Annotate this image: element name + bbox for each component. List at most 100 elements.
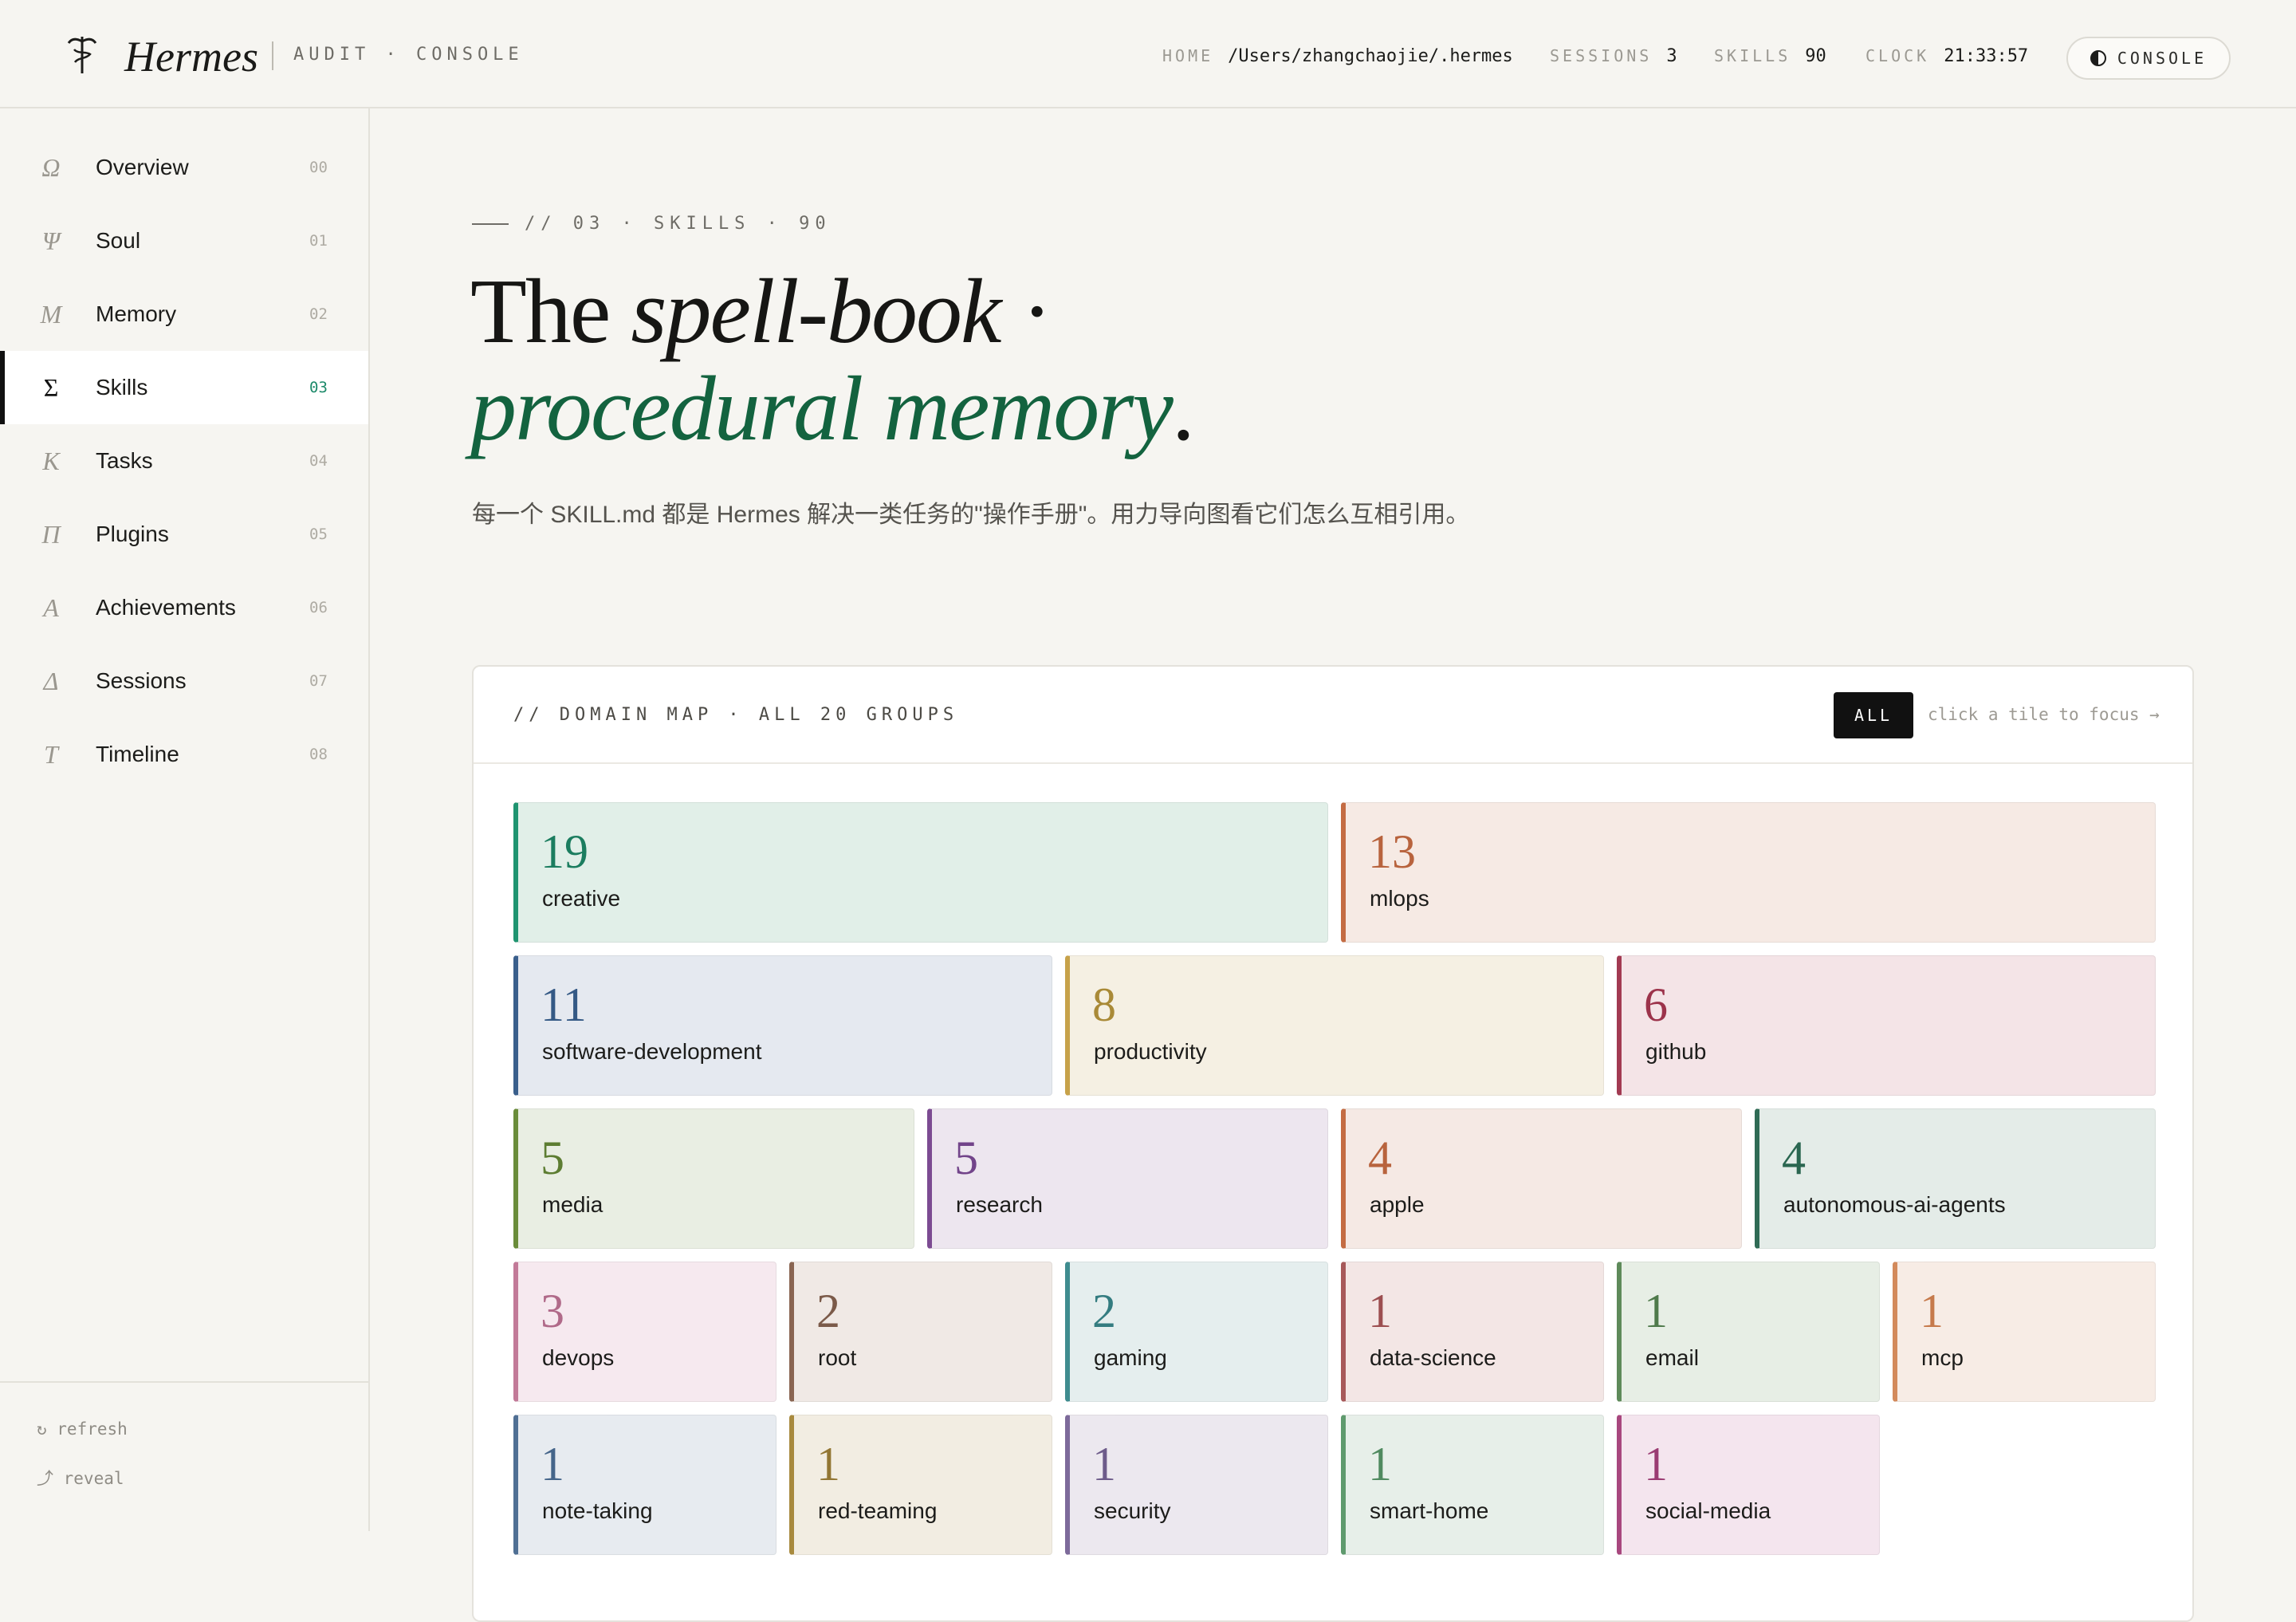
- sidebar-item-label: Plugins: [96, 522, 169, 546]
- domain-tile[interactable]: 1 note-taking: [513, 1415, 776, 1555]
- breadcrumb: // 03 · SKILLS · 90: [472, 214, 832, 234]
- sidebar-item-label: Soul: [96, 228, 141, 253]
- filter-all-button[interactable]: ALL: [1834, 692, 1913, 738]
- tile-label: software-development: [542, 1039, 762, 1064]
- title-italic: spell-book: [631, 261, 1001, 363]
- tile-count: 5: [954, 1132, 978, 1184]
- brand-subtitle: AUDIT · CONSOLE: [293, 45, 524, 65]
- sidebar-item-number: 02: [309, 305, 328, 323]
- sidebar-item-number: 01: [309, 232, 328, 250]
- tile-count: 1: [1920, 1285, 1944, 1337]
- tile-count: 4: [1782, 1132, 1806, 1184]
- sidebar-item-number: 00: [309, 159, 328, 176]
- stat-home-value: /Users/zhangchaojie/.hermes: [1228, 46, 1513, 66]
- tile-label: gaming: [1094, 1345, 1167, 1370]
- domain-tile[interactable]: 1 data-science: [1341, 1262, 1604, 1402]
- sidebar-item-achievements[interactable]: A Achievements 06: [0, 571, 368, 644]
- tile-label: security: [1094, 1498, 1171, 1523]
- sidebar-item-label: Sessions: [96, 668, 187, 693]
- stat-clock: CLOCK 21:33:57: [1866, 45, 2028, 68]
- console-button-label: CONSOLE: [2117, 49, 2208, 68]
- sidebar-item-number: 04: [309, 452, 328, 470]
- domain-tile[interactable]: 4 autonomous-ai-agents: [1755, 1108, 2156, 1249]
- reveal-link[interactable]: ⤴ reveal: [37, 1466, 124, 1490]
- sidebar-item-number: 08: [309, 746, 328, 763]
- title-dot: ·: [1000, 261, 1053, 363]
- tile-label: devops: [542, 1345, 615, 1370]
- caduceus-logo-icon: [67, 37, 97, 73]
- sidebar-item-plugins[interactable]: Π Plugins 05: [0, 498, 368, 571]
- domain-tile[interactable]: 1 mcp: [1893, 1262, 2156, 1402]
- sidebar-item-label: Skills: [96, 375, 148, 400]
- brand-divider: [272, 41, 273, 70]
- tile-count: 1: [1368, 1438, 1392, 1490]
- k-glyph-icon: K: [42, 446, 60, 475]
- stat-clock-value: 21:33:57: [1944, 46, 2029, 66]
- title-plain: The: [470, 261, 631, 363]
- page-title-line-2: procedural memory.: [470, 360, 1746, 458]
- refresh-link[interactable]: ↻ refresh: [37, 1419, 128, 1439]
- tile-count: 6: [1644, 978, 1668, 1031]
- sidebar-divider: [0, 1381, 368, 1383]
- sidebar-item-number: 06: [309, 599, 328, 616]
- panel-title: // DOMAIN MAP · ALL 20 GROUPS: [513, 705, 959, 725]
- sidebar-item-number: 07: [309, 672, 328, 690]
- console-button[interactable]: CONSOLE: [2066, 37, 2231, 80]
- domain-tile[interactable]: 1 red-teaming: [789, 1415, 1052, 1555]
- tile-label: social-media: [1645, 1498, 1771, 1523]
- tile-count: 11: [541, 978, 587, 1031]
- domain-tile[interactable]: 1 social-media: [1617, 1415, 1880, 1555]
- sidebar-item-label: Tasks: [96, 448, 153, 473]
- domain-tile[interactable]: 3 devops: [513, 1262, 776, 1402]
- sidebar-item-memory[interactable]: M Memory 02: [0, 278, 368, 351]
- m-glyph-icon: M: [40, 299, 62, 329]
- domain-tile[interactable]: 5 research: [927, 1108, 1328, 1249]
- sidebar-item-soul[interactable]: Ψ Soul 01: [0, 204, 368, 278]
- stat-sessions-key: SESSIONS: [1550, 46, 1653, 65]
- tile-label: red-teaming: [818, 1498, 938, 1523]
- theme-contrast-icon: [2090, 50, 2106, 66]
- tile-count: 4: [1368, 1132, 1392, 1184]
- sidebar-item-tasks[interactable]: K Tasks 04: [0, 424, 368, 498]
- sidebar-item-sessions[interactable]: Δ Sessions 07: [0, 644, 368, 718]
- sidebar-item-overview[interactable]: Ω Overview 00: [0, 131, 368, 204]
- tile-label: root: [818, 1345, 857, 1370]
- title-green: procedural memory: [470, 358, 1174, 460]
- tile-label: mlops: [1370, 886, 1429, 911]
- domain-tile[interactable]: 1 security: [1065, 1415, 1328, 1555]
- omega-icon: Ω: [41, 152, 61, 182]
- stat-sessions-value: 3: [1666, 46, 1677, 66]
- sidebar-item-skills[interactable]: Σ Skills 03: [0, 351, 368, 424]
- domain-tile[interactable]: 1 email: [1617, 1262, 1880, 1402]
- sidebar-item-label: Timeline: [96, 742, 179, 766]
- domain-tile[interactable]: 8 productivity: [1065, 955, 1604, 1096]
- tile-count: 1: [816, 1438, 840, 1490]
- tile-label: github: [1645, 1039, 1707, 1064]
- tile-count: 1: [1644, 1285, 1668, 1337]
- tile-label: media: [542, 1192, 603, 1217]
- stat-sessions: SESSIONS 3: [1550, 45, 1677, 68]
- sidebar-item-label: Achievements: [96, 595, 236, 620]
- sidebar: Ω Overview 00 Ψ Soul 01 M Memory 02 Σ Sk…: [0, 108, 370, 1531]
- domain-tile[interactable]: 4 apple: [1341, 1108, 1742, 1249]
- delta-icon: Δ: [43, 666, 59, 695]
- tile-label: smart-home: [1370, 1498, 1489, 1523]
- breadcrumb-text: // 03 · SKILLS · 90: [525, 214, 832, 234]
- domain-tile[interactable]: 2 gaming: [1065, 1262, 1328, 1402]
- domain-tile[interactable]: 1 smart-home: [1341, 1415, 1604, 1555]
- brand-name[interactable]: Hermes: [124, 29, 258, 85]
- sidebar-item-label: Memory: [96, 301, 177, 326]
- domain-tile[interactable]: 19 creative: [513, 802, 1328, 943]
- tile-count: 19: [541, 825, 588, 878]
- sidebar-item-timeline[interactable]: T Timeline 08: [0, 718, 368, 791]
- pi-icon: Π: [41, 519, 61, 549]
- domain-tile[interactable]: 5 media: [513, 1108, 914, 1249]
- psi-icon: Ψ: [41, 226, 61, 255]
- domain-tile[interactable]: 6 github: [1617, 955, 2156, 1096]
- domain-tile[interactable]: 11 software-development: [513, 955, 1052, 1096]
- sidebar-item-number: 03: [309, 379, 328, 396]
- domain-tile[interactable]: 2 root: [789, 1262, 1052, 1402]
- domain-tile[interactable]: 13 mlops: [1341, 802, 2156, 943]
- page-title-line-1: The spell-book ·: [470, 263, 1746, 360]
- tile-label: autonomous-ai-agents: [1783, 1192, 2006, 1217]
